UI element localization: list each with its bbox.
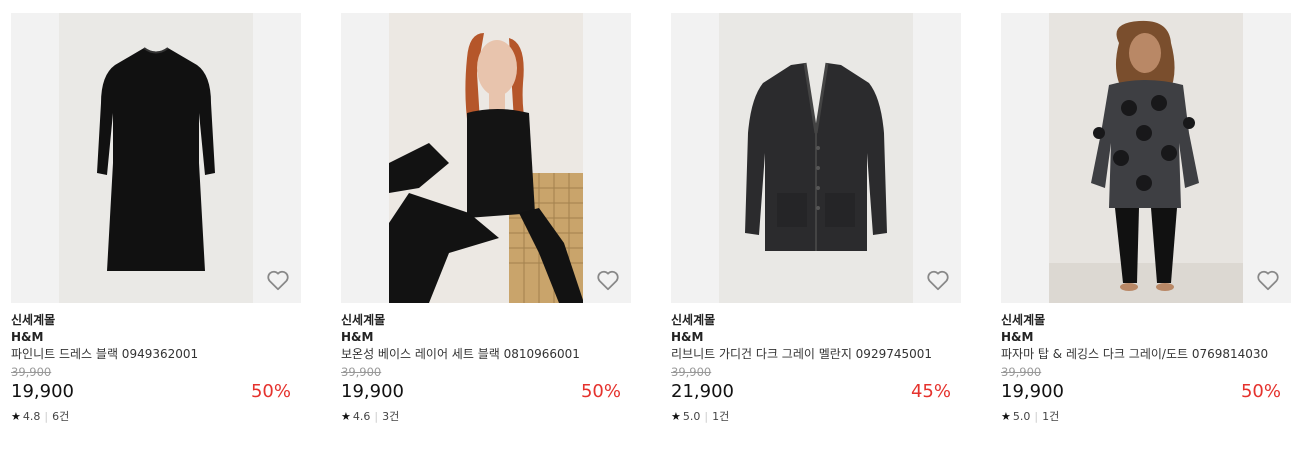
rating-score: 4.8: [22, 410, 41, 423]
product-image-black-knit-dress[interactable]: [59, 13, 253, 303]
divider: |: [1034, 410, 1039, 423]
rating-score: 4.6: [352, 410, 371, 423]
original-price: 39,900: [341, 365, 382, 379]
brand-name[interactable]: H&M: [11, 329, 301, 346]
product-image-area[interactable]: [1001, 13, 1291, 303]
mall-name: 신세계몰: [1001, 313, 1046, 327]
product-image-area[interactable]: [341, 13, 631, 303]
divider: |: [374, 410, 379, 423]
sale-price: 19,900: [341, 381, 404, 402]
heart-icon[interactable]: [1255, 267, 1281, 293]
original-price: 39,900: [11, 365, 52, 379]
heart-icon[interactable]: [595, 267, 621, 293]
review-count: 6건: [52, 410, 70, 423]
product-image-area[interactable]: [11, 13, 301, 303]
product-card[interactable]: 신세계몰 H&M 보온성 베이스 레이어 세트 블랙 0810966001 39…: [341, 13, 631, 425]
product-card[interactable]: 신세계몰 H&M 리브니트 가디건 다크 그레이 멜란지 0929745001 …: [671, 13, 961, 425]
sale-price: 19,900: [1001, 381, 1064, 402]
rating-score: 5.0: [682, 410, 701, 423]
discount-rate: 50%: [580, 381, 621, 402]
brand-name[interactable]: H&M: [1001, 329, 1291, 346]
star-icon: ★: [671, 410, 681, 423]
sale-price: 19,900: [11, 381, 74, 402]
product-name[interactable]: 보온성 베이스 레이어 세트 블랙 0810966001: [341, 346, 621, 363]
heart-icon[interactable]: [265, 267, 291, 293]
heart-icon[interactable]: [925, 267, 951, 293]
product-image-base-layer-set[interactable]: [389, 13, 583, 303]
discount-rate: 50%: [1240, 381, 1281, 402]
rating: ★ 5.0 | 1건: [1001, 409, 1291, 425]
rating: ★ 4.6 | 3건: [341, 409, 631, 425]
brand-name[interactable]: H&M: [341, 329, 631, 346]
star-icon: ★: [1001, 410, 1011, 423]
discount-rate: 45%: [910, 381, 951, 402]
product-name[interactable]: 파인니트 드레스 블랙 0949362001: [11, 346, 291, 363]
product-name[interactable]: 파자마 탑 & 레깅스 다크 그레이/도트 0769814030: [1001, 346, 1281, 363]
original-price: 39,900: [671, 365, 712, 379]
product-name[interactable]: 리브니트 가디건 다크 그레이 멜란지 0929745001: [671, 346, 951, 363]
product-image-rib-cardigan[interactable]: [719, 13, 913, 303]
sale-price: 21,900: [671, 381, 734, 402]
rating-score: 5.0: [1012, 410, 1031, 423]
mall-name: 신세계몰: [341, 313, 386, 327]
original-price: 39,900: [1001, 365, 1042, 379]
discount-rate: 50%: [250, 381, 291, 402]
review-count: 3건: [382, 410, 400, 423]
product-image-pajama-set[interactable]: [1049, 13, 1243, 303]
divider: |: [704, 410, 709, 423]
review-count: 1건: [1042, 410, 1060, 423]
mall-name: 신세계몰: [11, 313, 56, 327]
brand-name[interactable]: H&M: [671, 329, 961, 346]
review-count: 1건: [712, 410, 730, 423]
star-icon: ★: [11, 410, 21, 423]
product-card[interactable]: 신세계몰 H&M 파자마 탑 & 레깅스 다크 그레이/도트 076981403…: [1001, 13, 1291, 425]
product-image-area[interactable]: [671, 13, 961, 303]
mall-name: 신세계몰: [671, 313, 716, 327]
star-icon: ★: [341, 410, 351, 423]
rating: ★ 5.0 | 1건: [671, 409, 961, 425]
rating: ★ 4.8 | 6건: [11, 409, 301, 425]
divider: |: [44, 410, 49, 423]
product-card[interactable]: 신세계몰 H&M 파인니트 드레스 블랙 0949362001 39,900 1…: [11, 13, 301, 425]
